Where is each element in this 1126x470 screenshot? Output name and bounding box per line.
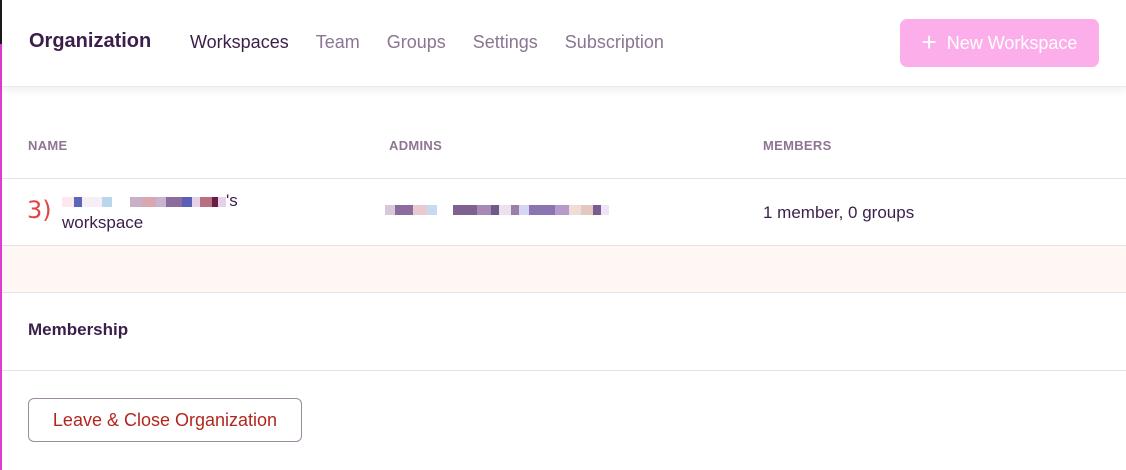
org-tabs: Workspaces Team Groups Settings Subscrip… — [190, 32, 691, 53]
divider — [2, 370, 1126, 371]
tab-team[interactable]: Team — [316, 32, 360, 53]
tab-groups[interactable]: Groups — [387, 32, 446, 53]
column-header-admins: ADMINS — [389, 138, 443, 153]
redacted-owner-name — [62, 191, 226, 210]
member-count: 1 member, 0 groups — [763, 203, 915, 222]
org-header: Organization Workspaces Team Groups Sett… — [2, 0, 1126, 87]
tab-settings[interactable]: Settings — [473, 32, 538, 53]
column-header-members: MEMBERS — [763, 138, 832, 153]
workspace-name[interactable]: 's workspace — [62, 190, 322, 234]
leave-organization-button[interactable]: Leave & Close Organization — [28, 398, 302, 442]
divider — [2, 178, 1126, 179]
empty-row — [2, 246, 1126, 292]
redacted-admin-email — [385, 205, 609, 215]
tab-workspaces[interactable]: Workspaces — [190, 32, 289, 53]
membership-heading: Membership — [28, 320, 129, 339]
divider — [2, 292, 1126, 293]
plus-icon: + — [921, 26, 937, 57]
workspace-name-suffix: 's — [226, 191, 238, 210]
row-index: 3) — [27, 196, 52, 224]
column-header-name: NAME — [28, 138, 68, 153]
page-title: Organization — [29, 30, 152, 52]
new-workspace-button[interactable]: + New Workspace — [900, 19, 1099, 67]
workspace-name-line2: workspace — [62, 213, 144, 232]
tab-subscription[interactable]: Subscription — [565, 32, 664, 53]
new-workspace-label: New Workspace — [946, 32, 1078, 53]
